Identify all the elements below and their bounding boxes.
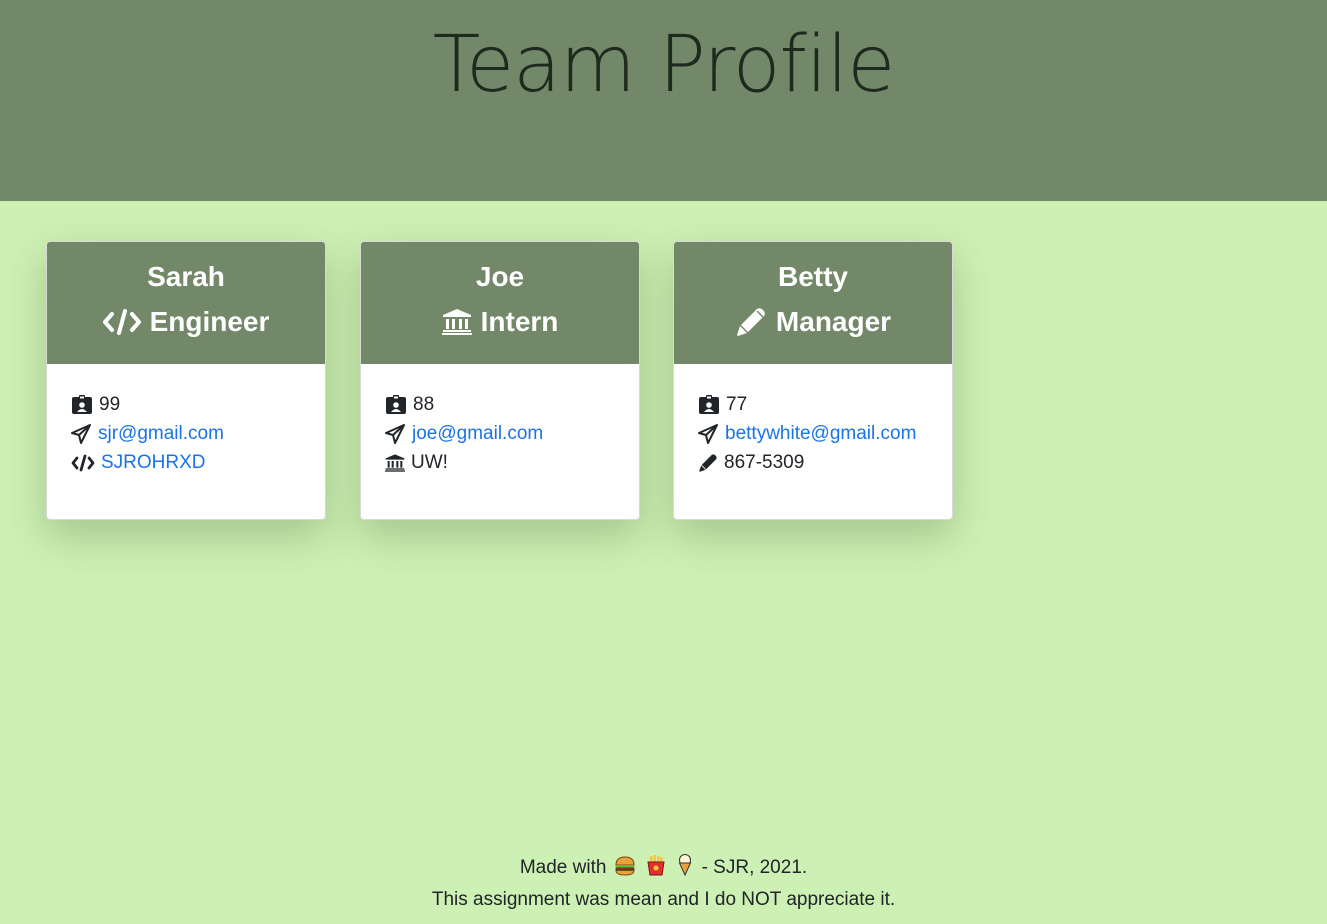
id-badge-icon (385, 394, 407, 415)
employee-email-link[interactable]: bettywhite@gmail.com (725, 419, 916, 448)
employee-card: Sarah Engineer 99 sjr@gmail.com SJROHRXD (46, 241, 326, 520)
employee-card: Joe Intern 88 joe@gmail.com UW! (360, 241, 640, 520)
employee-role-label: Engineer (149, 306, 270, 337)
fries-icon (645, 854, 667, 885)
card-body: 77 bettywhite@gmail.com 867-5309 (674, 364, 952, 503)
employee-name: Sarah (147, 261, 225, 292)
employee-id: 88 (413, 394, 435, 415)
ice-cream-icon (676, 854, 694, 885)
card-body: 99 sjr@gmail.com SJROHRXD (47, 364, 325, 503)
footer: Made with - SJR, 2021. This assignment w… (0, 853, 1327, 914)
employee-role: Intern (361, 299, 639, 344)
employee-role-label: Manager (775, 306, 892, 337)
employee-school-row: UW! (385, 448, 615, 477)
employee-id-row: 88 (385, 390, 615, 419)
card-header: Sarah Engineer (47, 242, 325, 364)
employee-office-row: 867-5309 (698, 448, 928, 477)
footer-credit: - SJR, 2021. (701, 857, 808, 878)
employee-email-row: joe@gmail.com (385, 419, 615, 448)
footer-credit-line: Made with - SJR, 2021. (0, 853, 1327, 885)
paper-plane-icon (698, 423, 719, 444)
employee-github-link[interactable]: SJROHRXD (101, 448, 206, 477)
employee-office-number: 867-5309 (724, 452, 805, 473)
id-badge-icon (71, 394, 93, 415)
page-title: Team Profile (432, 20, 895, 110)
code-icon (102, 308, 141, 335)
page-header: Team Profile (0, 0, 1327, 201)
employee-github-row: SJROHRXD (71, 448, 301, 477)
employee-role: Manager (674, 299, 952, 344)
hamburger-icon (614, 856, 636, 885)
employee-email-row: bettywhite@gmail.com (698, 419, 928, 448)
bank-icon (441, 308, 472, 335)
paper-plane-icon (385, 423, 406, 444)
footer-note: This assignment was mean and I do NOT ap… (431, 889, 896, 910)
employee-id-row: 77 (698, 390, 928, 419)
employee-role-label: Intern (480, 306, 559, 337)
pen-icon (698, 453, 718, 473)
employee-id: 77 (726, 394, 748, 415)
employee-school: UW! (411, 452, 448, 473)
paper-plane-icon (71, 423, 92, 444)
employee-email-link[interactable]: joe@gmail.com (412, 419, 543, 448)
employee-email-link[interactable]: sjr@gmail.com (98, 419, 224, 448)
card-body: 88 joe@gmail.com UW! (361, 364, 639, 503)
employee-id: 99 (99, 394, 121, 415)
card-header: Joe Intern (361, 242, 639, 364)
pen-icon (735, 307, 767, 337)
employee-email-row: sjr@gmail.com (71, 419, 301, 448)
employee-card: Betty Manager 77 bettywhite@gmail.com 86… (673, 241, 953, 520)
bank-icon (385, 453, 405, 472)
employee-name: Betty (777, 261, 848, 292)
code-icon (71, 454, 95, 472)
employee-id-row: 99 (71, 390, 301, 419)
footer-made-with: Made with (519, 857, 607, 878)
card-header: Betty Manager (674, 242, 952, 364)
employee-name: Joe (475, 261, 525, 292)
id-badge-icon (698, 394, 720, 415)
employee-role: Engineer (47, 299, 325, 344)
